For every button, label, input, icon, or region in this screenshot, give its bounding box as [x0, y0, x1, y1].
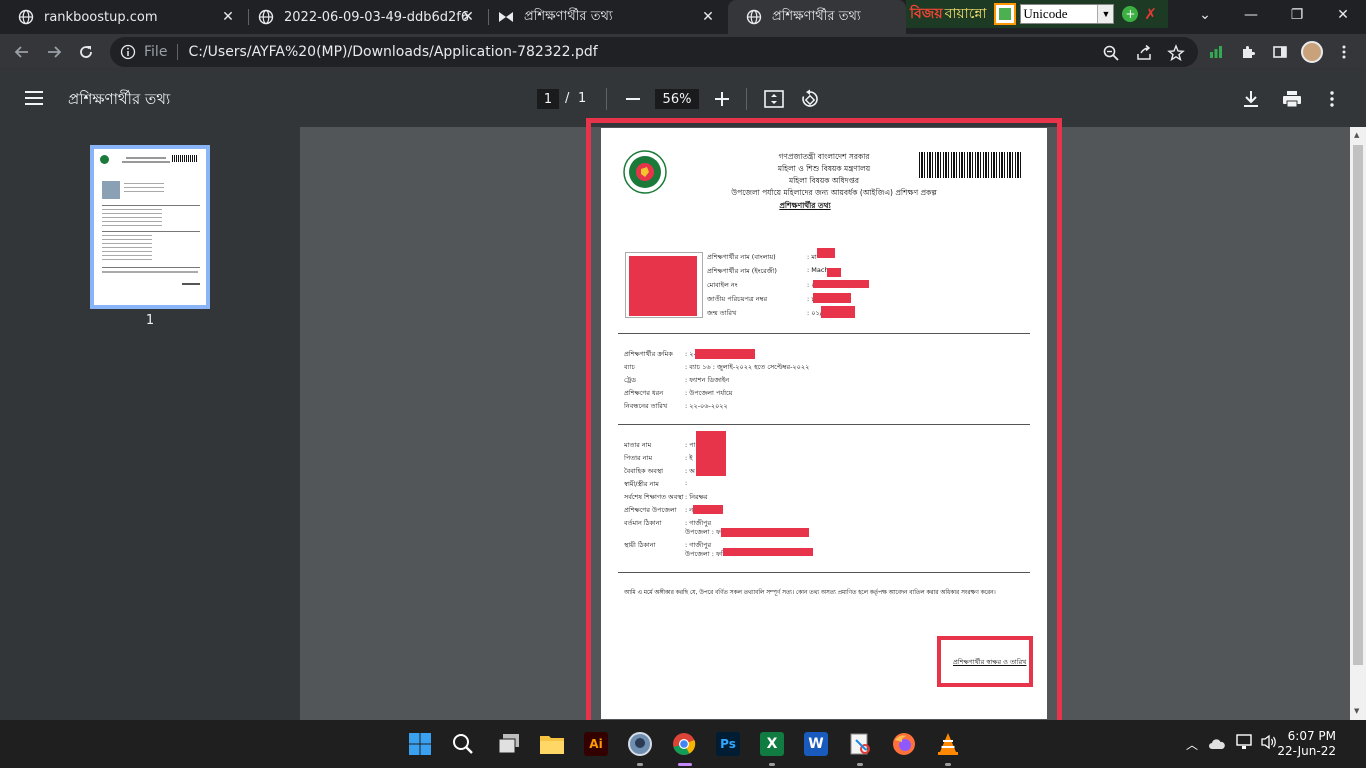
running-indicator — [637, 763, 643, 766]
file-explorer-icon[interactable] — [536, 728, 568, 760]
bijoy-mode-icon[interactable] — [994, 3, 1017, 25]
firefox-icon[interactable] — [888, 728, 920, 760]
page-separator: / — [565, 91, 570, 106]
print-icon[interactable] — [1281, 88, 1303, 110]
total-pages: 1 — [578, 91, 587, 106]
thumbnail-page-label: 1 — [145, 313, 155, 328]
windows-start-icon[interactable] — [404, 728, 436, 760]
fit-page-icon[interactable] — [763, 88, 785, 110]
add-icon[interactable]: + — [1122, 6, 1139, 22]
search-icon[interactable] — [447, 728, 479, 760]
tools-icon[interactable]: ✗ — [1144, 5, 1157, 23]
scheme-label: File — [144, 44, 168, 60]
signature-highlight-frame — [937, 636, 1033, 687]
running-indicator — [769, 763, 775, 766]
bijoy-label-2: বায়ান্নো — [944, 6, 987, 22]
running-indicator — [945, 763, 951, 766]
tab-rankboostup[interactable]: rankboostup.com ✕ — [0, 0, 248, 34]
chevron-up-icon[interactable]: ︿ — [1186, 736, 1198, 753]
chevron-down-icon[interactable]: ▼ — [1097, 5, 1114, 23]
zoom-level-input[interactable]: 56% — [655, 89, 699, 109]
tab-title: rankboostup.com — [44, 9, 158, 25]
tab-title: প্রশিক্ষণার্থীর তথ্য — [524, 8, 613, 24]
info-icon[interactable] — [120, 44, 136, 60]
scroll-down-icon[interactable]: ▼ — [1354, 707, 1359, 715]
back-arrow-icon[interactable] — [8, 38, 36, 66]
zoom-out-icon[interactable] — [622, 88, 644, 110]
share-icon[interactable] — [1135, 44, 1153, 62]
globe-icon — [258, 9, 274, 25]
more-options-icon[interactable] — [1321, 88, 1343, 110]
tab-strip: rankboostup.com ✕ 2022-06-09-03-49-ddb6d… — [0, 0, 1366, 34]
url-text[interactable]: C:/Users/AYFA%20(MP)/Downloads/Applicati… — [188, 44, 597, 60]
browser-toolbar: File C:/Users/AYFA%20(MP)/Downloads/Appl… — [0, 34, 1366, 70]
word-icon[interactable]: W — [800, 728, 832, 760]
forward-arrow-icon[interactable] — [40, 38, 68, 66]
minimize-icon[interactable]: — — [1228, 0, 1274, 30]
app-icon[interactable] — [624, 728, 656, 760]
pdf-document-title: প্রশিক্ষণার্থীর তথ্য — [68, 90, 171, 108]
globe-icon — [746, 9, 762, 25]
page-number-input[interactable]: 1 — [537, 89, 559, 109]
clock-date: 22-Jun-22 — [1277, 744, 1336, 758]
scroll-up-icon[interactable]: ▲ — [1354, 131, 1359, 139]
photoshop-icon[interactable]: Ps — [712, 728, 744, 760]
tab-pdf-bangla[interactable]: প্রশিক্ষণার্থীর তথ্য ✕ — [480, 0, 728, 34]
task-view-icon[interactable] — [493, 728, 525, 760]
tab-search-icon[interactable]: ⌄ — [1182, 0, 1228, 30]
cloud-icon[interactable] — [1208, 735, 1226, 754]
snipping-tool-icon[interactable] — [844, 728, 876, 760]
rotate-icon[interactable] — [799, 88, 821, 110]
illustrator-icon[interactable]: Ai — [580, 728, 612, 760]
profile-avatar[interactable] — [1298, 38, 1326, 66]
scrollbar-thumb[interactable] — [1353, 145, 1363, 665]
tab-image[interactable]: 2022-06-09-03-49-ddb6d2f6d1a ✕ — [240, 0, 488, 34]
volume-icon[interactable] — [1260, 734, 1278, 754]
close-icon[interactable]: ✕ — [460, 9, 476, 25]
clock-time: 6:07 PM — [1287, 729, 1336, 743]
encoding-value: Unicode — [1023, 6, 1068, 21]
divider — [606, 88, 607, 110]
bookmark-star-icon[interactable] — [1167, 44, 1185, 62]
tab-title: 2022-06-09-03-49-ddb6d2f6d1a — [284, 9, 468, 25]
divider — [746, 88, 747, 110]
encoding-select[interactable]: Unicode ▼ — [1020, 4, 1115, 24]
zoom-in-icon[interactable] — [711, 88, 733, 110]
bijoy-label: বিজয় — [910, 6, 943, 22]
page-thumbnail[interactable] — [90, 145, 210, 309]
reload-icon[interactable] — [72, 38, 100, 66]
bijoy-toolbar: বিজয় বায়ান্নো Unicode ▼ + ✗ — [906, 0, 1168, 28]
chrome-icon[interactable] — [668, 728, 700, 760]
vlc-icon[interactable] — [932, 728, 964, 760]
zoom-icon[interactable] — [1102, 44, 1120, 62]
menu-kebab-icon[interactable] — [1330, 38, 1358, 66]
close-icon[interactable]: ✕ — [700, 9, 716, 25]
restore-icon[interactable]: ❐ — [1274, 0, 1320, 30]
close-window-icon[interactable]: ✕ — [1320, 0, 1366, 30]
divider — [177, 44, 179, 60]
address-bar[interactable]: File C:/Users/AYFA%20(MP)/Downloads/Appl… — [110, 37, 1198, 67]
tab-title: প্রশিক্ষণার্থীর তথ্য — [772, 8, 861, 24]
vertical-scrollbar[interactable]: ▲ ▼ — [1350, 127, 1366, 720]
hamburger-menu-icon[interactable] — [23, 87, 45, 109]
taskbar: Ai Ps X W ︿ 6:07 PM 22-Jun-22 — [0, 720, 1366, 768]
extensions-puzzle-icon[interactable] — [1234, 38, 1262, 66]
download-icon[interactable] — [1240, 88, 1262, 110]
tab-active[interactable]: প্রশিক্ষণার্থীর তথ্য — [728, 0, 906, 34]
running-indicator — [857, 763, 863, 766]
extension-stats-icon[interactable] — [1202, 38, 1230, 66]
close-icon[interactable]: ✕ — [220, 9, 236, 25]
network-icon[interactable] — [1236, 734, 1254, 754]
pdf-bow-icon — [498, 9, 514, 25]
system-clock[interactable]: 6:07 PM 22-Jun-22 — [1277, 729, 1336, 759]
excel-icon[interactable]: X — [756, 728, 788, 760]
globe-icon — [18, 9, 34, 25]
side-panel-icon[interactable] — [1266, 38, 1294, 66]
active-app-indicator — [678, 763, 692, 766]
